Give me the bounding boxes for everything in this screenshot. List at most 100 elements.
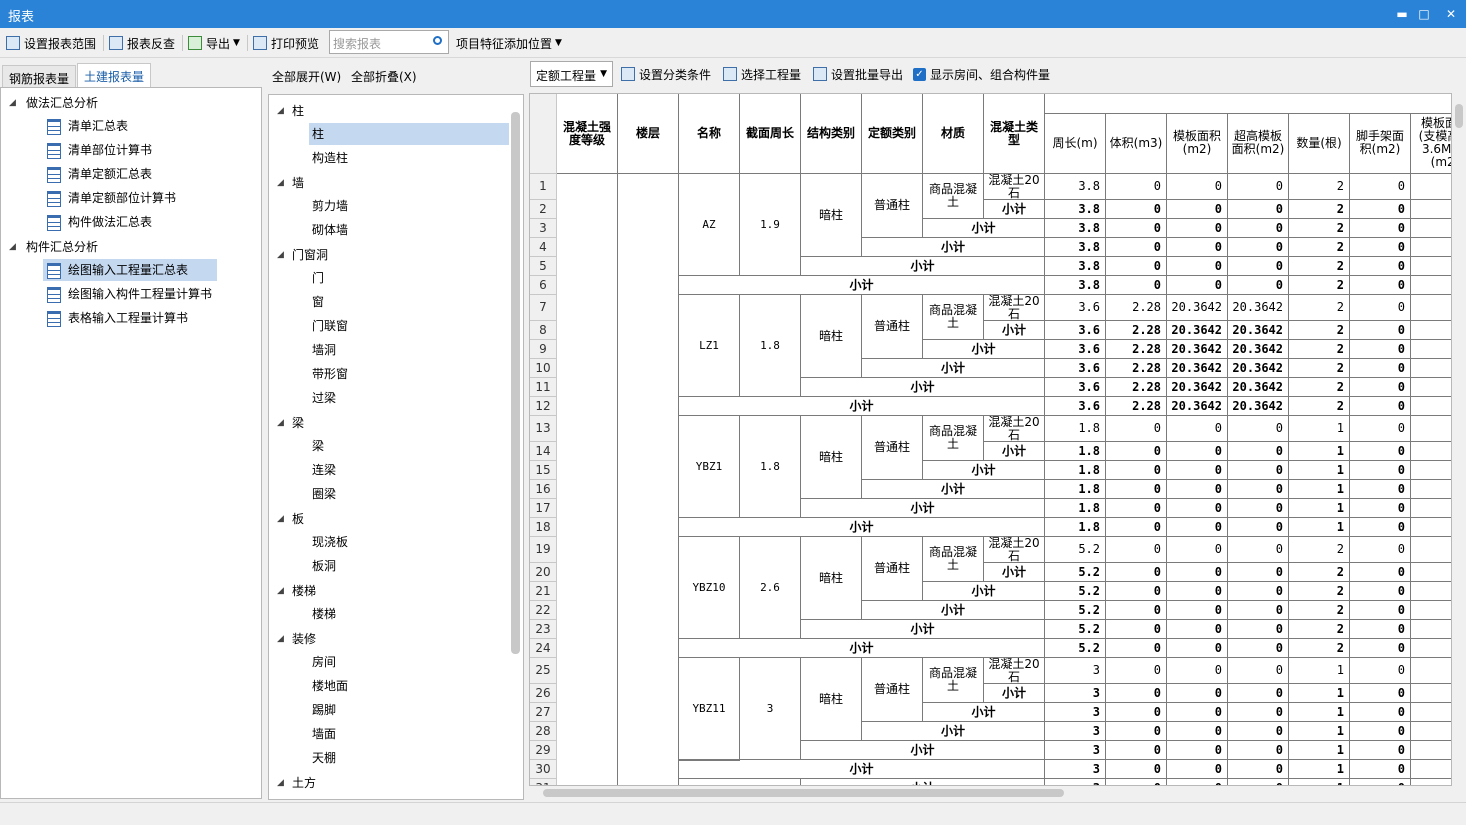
component-item[interactable]: 剪力墙 [309, 195, 509, 217]
maximize-button[interactable]: □ [1414, 4, 1434, 24]
report-item[interactable]: 清单定额汇总表 [43, 163, 217, 185]
expand-arrow-icon[interactable]: ◢ [277, 172, 284, 194]
subtotal-value: 20.3642 [1167, 359, 1228, 378]
report-item[interactable]: 清单部位计算书 [43, 139, 217, 161]
report-item[interactable]: 清单汇总表 [43, 115, 217, 137]
component-category[interactable]: ◢ 楼梯 [277, 580, 316, 602]
expand-arrow-icon[interactable]: ◢ [277, 580, 284, 602]
report-item-label: 清单定额汇总表 [68, 167, 153, 181]
report-item[interactable]: 表格输入工程量计算书 [43, 307, 217, 329]
component-item[interactable]: 窗 [309, 291, 509, 313]
expand-arrow-icon[interactable]: ◢ [277, 244, 284, 266]
component-category[interactable]: ◢ 柱 [277, 100, 304, 122]
set-report-range-button[interactable]: 设置报表范围 [6, 34, 96, 52]
component-item[interactable]: 门联窗 [309, 315, 509, 337]
value-cell [1411, 741, 1451, 760]
component-item[interactable]: 圈梁 [309, 483, 509, 505]
show-room-checkbox[interactable]: ✓ 显示房间、组合构件量 [913, 65, 1050, 83]
component-category[interactable]: ◢ 装修 [277, 628, 316, 650]
expand-arrow-icon[interactable]: ◢ [9, 236, 16, 258]
subtotal-value: 20.3642 [1167, 321, 1228, 340]
component-tree-scrollbar[interactable] [511, 112, 520, 654]
component-item[interactable]: 天棚 [309, 747, 509, 769]
component-category[interactable]: ◢ 板 [277, 508, 304, 530]
concrete-type-cell: 混凝土20石 [984, 174, 1045, 200]
component-item[interactable]: 构造柱 [309, 147, 509, 169]
component-item[interactable]: 板洞 [309, 555, 509, 577]
checkbox-checked-icon[interactable]: ✓ [913, 67, 926, 81]
subtotal-value: 2 [1289, 276, 1350, 295]
row-number: 20 [530, 563, 557, 582]
component-item[interactable]: 过梁 [309, 387, 509, 409]
component-item[interactable]: 踢脚 [309, 699, 509, 721]
subtotal-value: 5.2 [1045, 639, 1106, 658]
value-cell [1411, 601, 1451, 620]
subtotal-value: 1 [1289, 684, 1350, 703]
component-category[interactable]: ◢ 门窗洞 [277, 244, 328, 266]
component-item-label: 现浇板 [312, 535, 349, 549]
tree-group[interactable]: ◢ 做法汇总分析 [9, 92, 98, 114]
component-item[interactable]: 带形窗 [309, 363, 509, 385]
expand-all-button[interactable]: 全部展开(W) [272, 68, 341, 85]
component-item[interactable]: 砌体墙 [309, 219, 509, 241]
export-button[interactable]: 导出 ▼ [188, 34, 240, 52]
report-item[interactable]: 构件做法汇总表 [43, 211, 217, 233]
subtotal-value: 0 [1228, 741, 1289, 760]
expand-arrow-icon[interactable]: ◢ [277, 100, 284, 122]
component-item[interactable]: 墙洞 [309, 339, 509, 361]
subtotal-value: 3.8 [1045, 276, 1106, 295]
quantity-type-select[interactable]: 定额工程量 ▼ [530, 61, 613, 87]
report-item-label: 清单汇总表 [68, 119, 129, 133]
vertical-scroll-thumb[interactable] [1455, 104, 1463, 128]
expand-arrow-icon[interactable]: ◢ [277, 628, 284, 650]
search-icon[interactable] [433, 36, 442, 45]
expand-arrow-icon[interactable]: ◢ [9, 92, 16, 114]
report-item[interactable]: 绘图输入工程量汇总表 [43, 259, 217, 281]
tab-rebar-report[interactable]: 钢筋报表量 [2, 65, 77, 87]
value-cell: 3.6 [1045, 295, 1106, 321]
minimize-button[interactable]: ▬ [1392, 4, 1412, 24]
subtotal-value: 0 [1167, 219, 1228, 238]
chevron-down-icon: ▼ [600, 69, 607, 79]
subtotal-value: 0 [1106, 722, 1167, 741]
batch-export-button[interactable]: 设置批量导出 [813, 65, 903, 83]
set-class-condition-button[interactable]: 设置分类条件 [621, 65, 711, 83]
component-category[interactable]: ◢ 土方 [277, 772, 316, 794]
reverse-lookup-icon [109, 36, 123, 50]
component-item[interactable]: 梁 [309, 435, 509, 457]
component-item[interactable]: 房间 [309, 651, 509, 673]
report-item[interactable]: 绘图输入构件工程量计算书 [43, 283, 217, 305]
report-item[interactable]: 清单定额部位计算书 [43, 187, 217, 209]
component-item[interactable]: 楼梯 [309, 603, 509, 625]
component-item[interactable]: 墙面 [309, 723, 509, 745]
horizontal-scroll-thumb[interactable] [543, 789, 1064, 797]
search-input[interactable]: 搜索报表 [329, 30, 449, 54]
tab-civil-report[interactable]: 土建报表量 [77, 63, 152, 87]
value-cell [1411, 416, 1451, 442]
print-preview-button[interactable]: 打印预览 [253, 34, 319, 52]
report-item-label: 绘图输入构件工程量计算书 [68, 287, 213, 301]
subtotal-value: 0 [1106, 461, 1167, 480]
select-quantity-button[interactable]: 选择工程量 [723, 65, 801, 83]
subtotal-value: 0 [1350, 601, 1411, 620]
collapse-all-button[interactable]: 全部折叠(X) [351, 68, 417, 85]
component-category[interactable]: ◢ 墙 [277, 172, 304, 194]
close-button[interactable]: ✕ [1441, 4, 1461, 24]
component-item[interactable]: 楼地面 [309, 675, 509, 697]
component-item[interactable]: 连梁 [309, 459, 509, 481]
value-cell: 0 [1167, 658, 1228, 684]
subtotal-label: 小计 [679, 276, 1045, 295]
expand-arrow-icon[interactable]: ◢ [277, 412, 284, 434]
tree-group[interactable]: ◢ 构件汇总分析 [9, 236, 98, 258]
value-cell: 3 [1045, 658, 1106, 684]
feature-position-dropdown[interactable]: 项目特征添加位置 ▼ [456, 34, 562, 52]
expand-arrow-icon[interactable]: ◢ [277, 508, 284, 530]
value-cell: 2 [1289, 174, 1350, 200]
report-reverse-button[interactable]: 报表反查 [109, 34, 175, 52]
component-item[interactable]: 门 [309, 267, 509, 289]
component-category[interactable]: ◢ 梁 [277, 412, 304, 434]
component-item[interactable]: 现浇板 [309, 531, 509, 553]
table-vertical-scrollbar[interactable] [1453, 93, 1465, 786]
expand-arrow-icon[interactable]: ◢ [277, 772, 284, 794]
component-item[interactable]: 柱 [309, 123, 509, 145]
